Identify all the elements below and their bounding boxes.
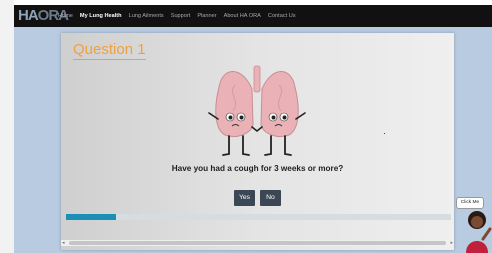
yes-button[interactable]: Yes	[234, 190, 255, 206]
click-me-bubble[interactable]: Click Me	[456, 197, 484, 209]
nav-link-support[interactable]: Support	[171, 13, 191, 19]
lungs-mascot-illustration	[208, 65, 306, 156]
nav-link-contact[interactable]: Contact Us	[268, 13, 296, 19]
horizontal-scrollbar[interactable]: ◂ ▸	[61, 240, 454, 246]
nav-link-about[interactable]: About HA ORA	[224, 13, 261, 19]
nav-link-home[interactable]: Home	[58, 13, 73, 19]
question-title: Question 1	[73, 41, 146, 60]
question-card: Question 1 Have you had a cough for 3 we…	[61, 33, 454, 250]
no-button[interactable]: No	[260, 190, 281, 206]
page: HAORA Home My Lung Health Lung Ailments …	[14, 5, 492, 253]
progress-bar	[66, 214, 451, 220]
stray-dot	[384, 133, 385, 134]
nav-link-lung-ailments[interactable]: Lung Ailments	[129, 13, 164, 19]
help-assistant-widget[interactable]: Click Me	[455, 193, 492, 253]
nav-link-my-lung-health[interactable]: My Lung Health	[80, 13, 122, 19]
top-navbar: HAORA Home My Lung Health Lung Ailments …	[14, 5, 492, 27]
nav-link-planner[interactable]: Planner	[197, 13, 216, 19]
progress-bar-fill	[66, 214, 117, 220]
scroll-right-icon[interactable]: ▸	[450, 240, 453, 246]
scroll-left-icon[interactable]: ◂	[62, 240, 65, 246]
browser-left-edge	[0, 0, 14, 253]
assistant-avatar-icon[interactable]	[463, 209, 492, 253]
brand-logo[interactable]: HAORA	[18, 7, 69, 25]
scrollbar-thumb[interactable]	[69, 241, 446, 245]
question-text: Have you had a cough for 3 weeks or more…	[171, 164, 344, 173]
nav-links: Home My Lung Health Lung Ailments Suppor…	[58, 5, 296, 27]
